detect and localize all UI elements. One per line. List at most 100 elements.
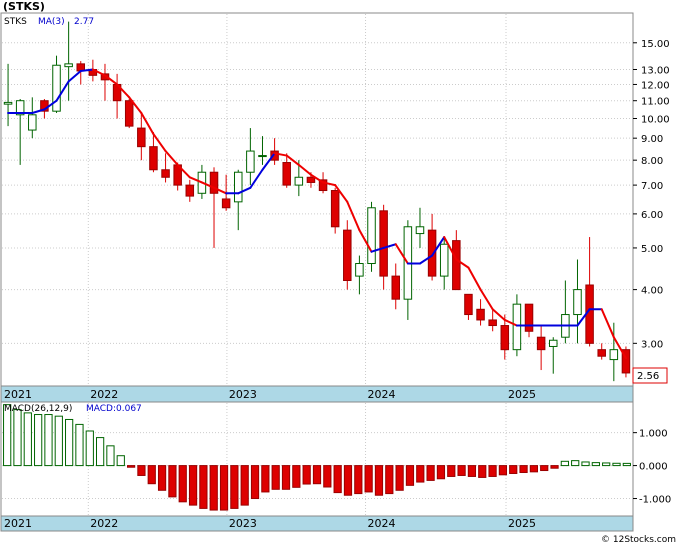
macd-x-tick-label: 2024 [368,517,396,530]
candle-body [233,171,243,203]
macd-bar [147,465,156,485]
price-y-tick-label: 4.00 [641,286,663,297]
macd-bar [34,414,43,467]
price-legend-symbol: STKS [4,17,27,27]
candle-body [185,184,195,197]
candle-body [355,263,364,277]
macd-bar [323,465,332,488]
macd-bar [457,465,466,476]
price-y-tick-label: 13.00 [641,66,670,77]
macd-bar [96,437,105,467]
price-y-tick-label: 6.00 [641,210,663,221]
candle-body [452,240,461,291]
macd-bar [333,465,342,494]
macd-bar [157,465,167,491]
macd-bar [178,465,187,503]
macd-bar [354,465,363,495]
last-price-label: 2.56 [637,371,659,382]
candle-body [161,169,170,178]
candle-body [52,64,61,112]
price-panel-frame [0,12,634,387]
candle-body [221,198,231,209]
macd-bar [436,465,446,480]
price-y-tick-label: 9.00 [641,134,663,145]
price-y-tick-label: 15.00 [641,39,670,50]
candle-body [282,162,291,186]
candle-body [439,243,449,277]
macd-bar [550,465,559,469]
macd-bar [230,465,239,509]
macd-bar [116,455,125,467]
macd-bar [250,465,260,500]
candle-body [548,339,558,347]
candle-body [28,114,37,131]
macd-bar [426,465,435,481]
macd-bar [168,465,177,498]
macd-y-tick-label: 0.000 [639,462,668,473]
macd-bar [240,465,249,506]
macd-x-tick-label: 2023 [229,517,257,530]
macd-bar [302,465,311,485]
macd-bar [281,465,291,490]
candle-body [391,275,401,300]
macd-bar [261,465,270,493]
macd-bar [271,465,280,490]
macd-bar [65,418,74,467]
price-y-tick-label: 3.00 [641,339,663,350]
macd-bar [467,465,477,477]
macd-bar [85,430,94,467]
macd-bar [509,465,518,474]
candle-body [149,146,158,171]
macd-x-tick-label: 2022 [90,517,118,530]
macd-bar [540,465,549,472]
macd-bar [447,465,456,477]
macd-x-tick-label: 2025 [508,517,536,530]
macd-bar [199,465,208,509]
price-x-tick-label: 2022 [90,388,118,401]
macd-bar [44,414,53,467]
macd-bar [488,465,497,477]
stock-chart: 15.00 13.00 12.00 11.00 10.00 9.00 8.00 7.00 6.0… [0,0,676,545]
candle-body [294,176,304,186]
macd-bar [612,462,621,467]
candle-body [573,289,582,316]
price-y-tick-label: 12.00 [641,80,670,91]
candle-body [330,190,340,228]
candle-body [137,127,146,148]
macd-bar [209,465,218,511]
price-y-tick-label: 11.00 [641,97,670,108]
macd-x-tick-label: 2021 [4,517,32,530]
candle-body [64,63,73,68]
candle-body [500,325,510,351]
macd-bar [405,465,415,486]
price-legend-ma-value: 2.77 [74,17,94,27]
macd-bar [395,465,404,491]
macd-bar [106,445,115,467]
price-x-tick-label: 2025 [508,388,536,401]
candle-body [609,349,619,361]
candle-body [306,176,316,183]
candle-body [124,100,134,127]
macd-bar [126,465,136,468]
macd-legend-value: MACD:0.067 [86,404,142,414]
price-y-tick-label: 5.00 [641,244,663,255]
macd-bar [385,465,394,495]
macd-bar [219,465,229,511]
macd-y-tick-label: -1.000 [639,495,671,506]
macd-bar [374,465,384,496]
macd-bar [560,460,569,467]
candle-body [209,171,219,194]
macd-bar [343,465,353,496]
macd-bar [622,462,631,467]
chart-title: (STKS) [3,0,45,13]
candle-body [536,336,546,351]
candle-body [476,308,485,321]
candle-body [597,349,606,357]
macd-y-tick-label: 1.000 [639,429,668,440]
candle-body [512,303,522,351]
watermark: © 12Stocks.com [601,535,676,545]
candle-body [246,150,255,173]
macd-bar [602,462,611,467]
candle-body [379,210,388,277]
macd-bar [75,423,84,467]
